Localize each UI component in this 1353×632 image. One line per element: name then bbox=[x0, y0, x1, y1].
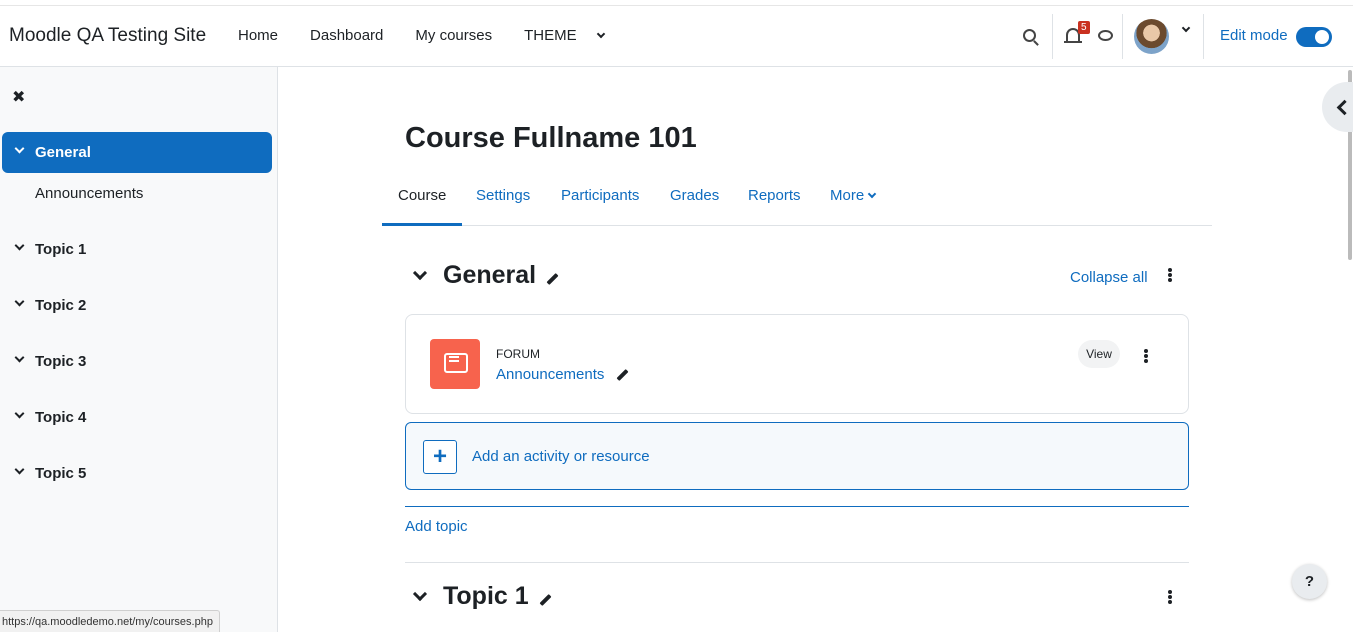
tab-course[interactable]: Course bbox=[382, 187, 463, 226]
sidebar-item-topic-2[interactable]: Topic 2 bbox=[2, 285, 272, 326]
collapse-all-link[interactable]: Collapse all bbox=[1070, 269, 1148, 286]
chevron-down-icon[interactable] bbox=[412, 265, 428, 280]
divider bbox=[405, 506, 1189, 507]
tab-more-dropdown[interactable]: More bbox=[830, 187, 877, 226]
activity-link[interactable]: Announcements bbox=[496, 366, 629, 383]
tab-more-label: More bbox=[830, 187, 865, 204]
chevron-down-icon bbox=[14, 352, 25, 363]
add-activity-button[interactable]: + Add an activity or resource bbox=[405, 422, 1189, 490]
section-header-general: General bbox=[405, 261, 559, 290]
chevron-down-icon bbox=[14, 408, 25, 419]
edit-mode-toggle[interactable] bbox=[1296, 27, 1332, 47]
edit-mode-label: Edit mode bbox=[1220, 27, 1288, 44]
activity-card-announcements: FORUM Announcements View bbox=[405, 314, 1189, 414]
chevron-down-icon[interactable] bbox=[412, 586, 428, 601]
pencil-icon[interactable] bbox=[539, 593, 552, 606]
status-bar-url: https://qa.moodledemo.net/my/courses.php bbox=[0, 610, 220, 632]
section-header-topic-1: Topic 1 bbox=[405, 582, 552, 611]
notification-count-badge: 5 bbox=[1078, 21, 1090, 34]
message-icon[interactable] bbox=[1098, 30, 1113, 41]
sidebar-item-topic-4[interactable]: Topic 4 bbox=[2, 397, 272, 438]
help-icon[interactable]: ? bbox=[1292, 564, 1327, 599]
navbar-divider bbox=[1203, 14, 1204, 59]
navbar-divider bbox=[1052, 14, 1053, 59]
course-index-sidebar: ✖ General Announcements Topic 1 Topic 2 … bbox=[0, 67, 278, 632]
course-main: Course Fullname 101 Course Settings Part… bbox=[279, 67, 1353, 632]
secondary-nav-tabs: Course Settings Participants Grades Repo… bbox=[382, 177, 1212, 226]
sidebar-subitem-announcements[interactable]: Announcements bbox=[35, 185, 143, 202]
sidebar-item-label: General bbox=[35, 144, 91, 161]
navbar-right: 5 Edit mode bbox=[0, 6, 1353, 67]
sidebar-item-general[interactable]: General bbox=[2, 132, 272, 173]
activity-name: Announcements bbox=[496, 366, 605, 383]
kebab-icon[interactable] bbox=[1168, 268, 1172, 282]
pencil-icon[interactable] bbox=[616, 368, 629, 381]
view-button[interactable]: View bbox=[1078, 340, 1120, 368]
sidebar-item-label: Topic 4 bbox=[35, 409, 87, 426]
chevron-down-icon bbox=[14, 143, 25, 154]
kebab-icon[interactable] bbox=[1168, 590, 1172, 604]
navbar-divider bbox=[1122, 14, 1123, 59]
plus-icon: + bbox=[423, 440, 457, 474]
add-activity-label: Add an activity or resource bbox=[472, 448, 650, 465]
chevron-down-icon bbox=[14, 240, 25, 251]
tab-grades[interactable]: Grades bbox=[670, 187, 719, 226]
search-icon[interactable] bbox=[1023, 29, 1036, 42]
add-topic-link[interactable]: Add topic bbox=[405, 518, 468, 535]
sidebar-item-label: Topic 3 bbox=[35, 353, 87, 370]
sidebar-item-label: Topic 2 bbox=[35, 297, 87, 314]
sidebar-item-topic-3[interactable]: Topic 3 bbox=[2, 341, 272, 382]
section-title[interactable]: General bbox=[443, 261, 536, 290]
tab-settings[interactable]: Settings bbox=[476, 187, 530, 226]
sidebar-item-label: Topic 5 bbox=[35, 465, 87, 482]
kebab-icon[interactable] bbox=[1144, 349, 1148, 363]
tab-participants[interactable]: Participants bbox=[561, 187, 639, 226]
chevron-down-icon bbox=[14, 464, 25, 475]
activity-type: FORUM bbox=[496, 347, 540, 361]
chevron-down-icon bbox=[867, 189, 877, 199]
sidebar-item-label: Topic 1 bbox=[35, 241, 87, 258]
tab-reports[interactable]: Reports bbox=[748, 187, 801, 226]
chevron-down-icon bbox=[14, 296, 25, 307]
close-icon[interactable]: ✖ bbox=[12, 87, 25, 107]
page-title: Course Fullname 101 bbox=[405, 122, 697, 154]
forum-icon bbox=[430, 339, 480, 389]
sidebar-item-topic-5[interactable]: Topic 5 bbox=[2, 453, 272, 494]
divider bbox=[405, 562, 1189, 563]
pencil-icon[interactable] bbox=[546, 272, 559, 285]
sidebar-item-topic-1[interactable]: Topic 1 bbox=[2, 229, 272, 270]
avatar[interactable] bbox=[1134, 19, 1169, 54]
section-title[interactable]: Topic 1 bbox=[443, 582, 529, 611]
chevron-down-icon[interactable] bbox=[1181, 23, 1191, 33]
